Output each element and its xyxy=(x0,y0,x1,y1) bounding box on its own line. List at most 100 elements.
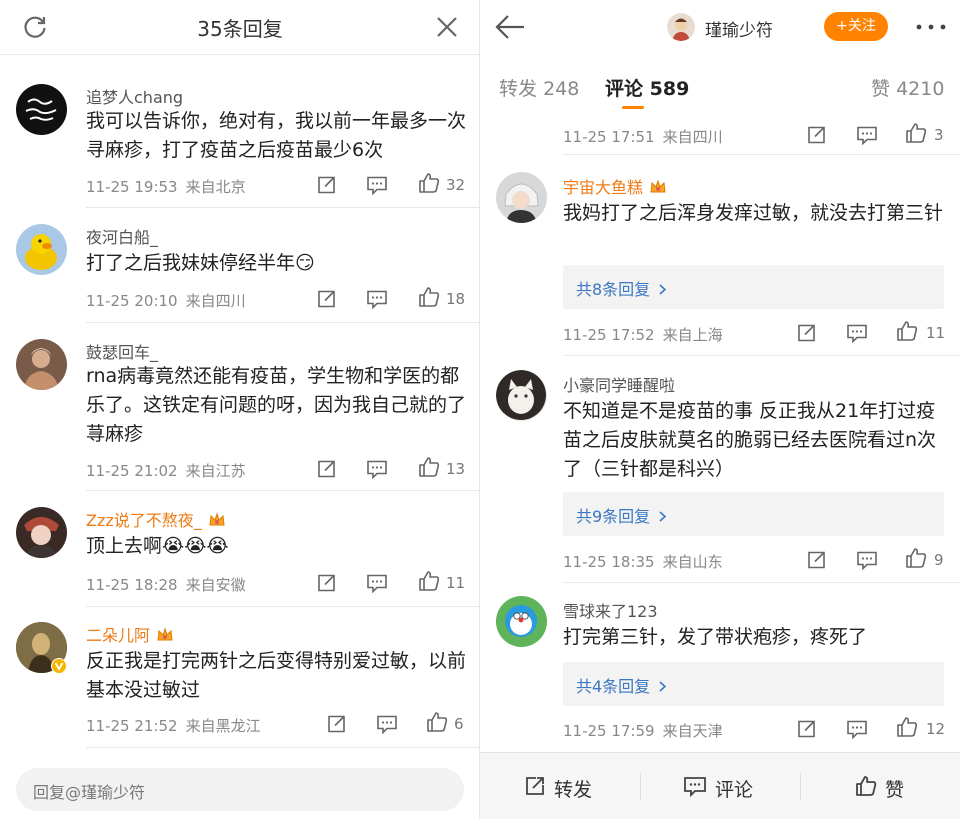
author-name[interactable]: 瑾瑜少符 xyxy=(705,16,773,41)
divider xyxy=(563,154,960,155)
tab-comments[interactable]: 评论 589 xyxy=(605,74,689,101)
comment-icon[interactable] xyxy=(376,713,398,735)
chevron-right-icon xyxy=(659,511,667,522)
reply-username[interactable]: 鼓瑟回车_ xyxy=(86,339,158,363)
back-arrow-icon[interactable] xyxy=(494,13,526,41)
comment-label: 评论 xyxy=(715,779,754,801)
author-avatar-icon xyxy=(672,18,690,41)
reply-item: Zzz说了不熬夜_ 顶上去啊😭😭😭 11-25 18:28 来自安徽 11 xyxy=(0,497,480,607)
share-icon[interactable] xyxy=(316,174,337,196)
replies-panel: 35条回复 追梦人chang 我可以告诉你，绝对有，我以前一年最多一次寻麻疹，打… xyxy=(0,0,480,819)
reply-date: 11-25 19:53 xyxy=(86,178,178,196)
share-icon[interactable] xyxy=(316,572,337,594)
like-icon[interactable] xyxy=(426,711,448,733)
like-count: 11 xyxy=(926,324,946,342)
like-icon[interactable] xyxy=(418,456,440,478)
like-count: 32 xyxy=(446,176,466,194)
crown-badge-icon xyxy=(209,512,225,526)
comment-icon[interactable] xyxy=(856,124,878,146)
reply-date: 11-25 20:10 xyxy=(86,292,178,310)
chevron-right-icon xyxy=(659,681,667,692)
comment-username[interactable]: 小豪同学睡醒啦 xyxy=(563,372,675,396)
like-label: 赞 xyxy=(885,779,905,801)
share-icon[interactable] xyxy=(806,549,827,571)
like-icon[interactable] xyxy=(418,570,440,592)
share-icon[interactable] xyxy=(796,322,817,344)
comment-icon[interactable] xyxy=(846,718,868,740)
comment-icon[interactable] xyxy=(366,288,388,310)
view-replies-link[interactable]: 共9条回复 xyxy=(563,492,944,536)
reply-item: 追梦人chang 我可以告诉你，绝对有，我以前一年最多一次寻麻疹，打了疫苗之后疫… xyxy=(0,74,480,214)
tab-repost[interactable]: 转发 248 xyxy=(499,74,579,101)
like-button[interactable]: 赞 xyxy=(801,753,960,819)
like-icon xyxy=(856,776,877,796)
reply-location: 来自安徽 xyxy=(185,576,246,594)
chevron-right-icon xyxy=(659,284,667,295)
avatar-girl-icon xyxy=(24,517,59,558)
share-icon[interactable] xyxy=(806,124,827,146)
reply-username[interactable]: 二朵儿阿 xyxy=(86,622,174,646)
bottom-action-bar: 转发 评论 赞 xyxy=(480,752,960,819)
avatar[interactable] xyxy=(16,224,67,275)
divider xyxy=(86,490,480,491)
view-replies-link[interactable]: 共8条回复 xyxy=(563,265,944,309)
share-icon[interactable] xyxy=(316,288,337,310)
comment-icon[interactable] xyxy=(366,572,388,594)
avatar[interactable] xyxy=(16,84,67,135)
replies-title: 35条回复 xyxy=(197,17,283,41)
comment-location: 来自四川 xyxy=(662,128,723,146)
reply-input[interactable]: 回复@瑾瑜少符 xyxy=(16,768,464,811)
reply-text: 我可以告诉你，绝对有，我以前一年最多一次寻麻疹，打了疫苗之后疫苗最少6次 xyxy=(86,110,467,161)
reply-location: 来自四川 xyxy=(185,292,246,310)
avatar[interactable] xyxy=(496,172,547,223)
reply-username-text: 二朵儿阿 xyxy=(86,626,151,645)
like-icon[interactable] xyxy=(896,716,918,738)
avatar[interactable] xyxy=(16,507,67,558)
avatar-calligraphy-icon xyxy=(25,98,57,121)
close-icon[interactable] xyxy=(434,14,460,40)
like-icon[interactable] xyxy=(905,122,927,144)
tab-count: 4210 xyxy=(896,78,945,100)
reply-username[interactable]: 夜河白船_ xyxy=(86,224,158,248)
share-icon[interactable] xyxy=(796,718,817,740)
divider xyxy=(86,606,480,607)
more-icon[interactable] xyxy=(914,20,948,34)
comment-icon[interactable] xyxy=(366,174,388,196)
follow-button[interactable]: +关注 xyxy=(824,12,888,41)
like-icon[interactable] xyxy=(905,547,927,569)
avatar[interactable] xyxy=(16,339,67,390)
replies-header: 35条回复 xyxy=(0,0,480,55)
avatar-portrait-icon xyxy=(24,348,59,390)
reply-location: 来自北京 xyxy=(185,178,246,196)
comment-date: 11-25 17:52 xyxy=(563,326,655,344)
repost-button[interactable]: 转发 xyxy=(480,753,640,819)
replies-count-label: 共9条回复 xyxy=(576,507,651,526)
comment-icon[interactable] xyxy=(846,322,868,344)
comment-username[interactable]: 宇宙大鱼糕 xyxy=(563,174,667,198)
comment-date: 11-25 17:51 xyxy=(563,128,655,146)
post-tabs: 转发 248 评论 589 赞 4210 xyxy=(480,58,960,118)
comment-meta: 11-25 17:59 来自天津 xyxy=(563,720,723,741)
view-replies-link[interactable]: 共4条回复 xyxy=(563,662,944,706)
comment-icon xyxy=(684,777,706,797)
comment-date: 11-25 18:35 xyxy=(563,553,655,571)
comment-username[interactable]: 雪球来了123 xyxy=(563,598,658,622)
divider xyxy=(86,207,480,208)
comment-icon[interactable] xyxy=(856,549,878,571)
comment-button[interactable]: 评论 xyxy=(641,753,800,819)
comment-meta: 11-25 17:52 来自上海 xyxy=(563,324,723,345)
reply-location: 来自黑龙江 xyxy=(185,717,261,735)
like-icon[interactable] xyxy=(418,286,440,308)
reply-username[interactable]: 追梦人chang xyxy=(86,84,183,108)
reply-username[interactable]: Zzz说了不熬夜_ xyxy=(86,507,226,531)
avatar[interactable] xyxy=(496,370,547,421)
divider xyxy=(563,582,960,583)
share-icon[interactable] xyxy=(326,713,347,735)
author-avatar[interactable] xyxy=(667,13,695,41)
comment-icon[interactable] xyxy=(366,458,388,480)
like-icon[interactable] xyxy=(896,320,918,342)
like-icon[interactable] xyxy=(418,172,440,194)
share-icon[interactable] xyxy=(316,458,337,480)
tab-likes[interactable]: 赞 4210 xyxy=(871,74,944,101)
avatar[interactable] xyxy=(496,596,547,647)
